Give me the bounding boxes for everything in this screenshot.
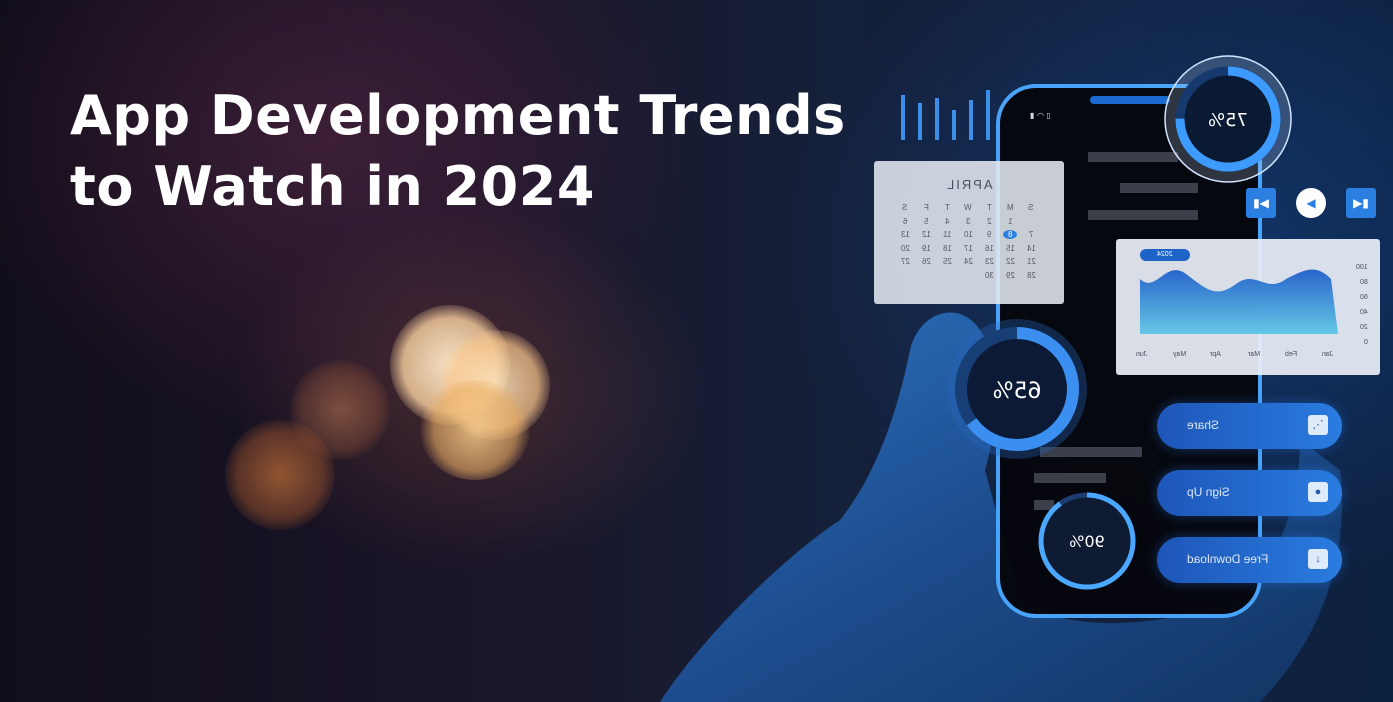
calendar-day[interactable]: 7 xyxy=(1024,230,1038,239)
calendar-weekday: W xyxy=(964,203,972,212)
user-icon: ● xyxy=(1308,482,1328,502)
calendar-day[interactable]: 3 xyxy=(961,217,975,226)
calendar-day[interactable]: 10 xyxy=(961,230,975,239)
headline-line-1: App Development Trends xyxy=(70,84,846,147)
calendar-day[interactable]: 13 xyxy=(898,230,912,239)
x-tick-label: May xyxy=(1173,351,1187,358)
calendar-day[interactable]: 27 xyxy=(898,257,912,266)
headline: App Development Trends to Watch in 2024 xyxy=(70,80,846,222)
calendar-day[interactable]: 6 xyxy=(898,217,912,226)
calendar-grid: S M T W T F S 1 2 3 4 5 6 7 8 9 10 11 12 13 14 15 16 17 18 19 20 21… xyxy=(874,203,1064,303)
next-track-button[interactable]: ▶▮ xyxy=(1346,188,1376,218)
calendar-day[interactable]: 11 xyxy=(940,230,954,239)
x-tick-label: Apr xyxy=(1210,351,1222,358)
calendar-day[interactable]: 23 xyxy=(982,257,996,266)
share-button[interactable]: Share ⋰ xyxy=(1157,403,1342,449)
calendar-day[interactable]: 18 xyxy=(940,244,954,253)
calendar-day[interactable]: 20 xyxy=(898,244,912,253)
calendar-day[interactable]: 21 xyxy=(1024,257,1038,266)
hero-background: ▮ ◠ ▯ App Development Trends to Watch in… xyxy=(0,0,1393,702)
calendar-weekday: M xyxy=(1006,203,1014,212)
sign-up-button[interactable]: Sign Up ● xyxy=(1157,470,1342,516)
calendar-day[interactable]: 12 xyxy=(919,230,933,239)
y-tick-label: 20 xyxy=(1360,324,1368,331)
calendar-day[interactable]: 4 xyxy=(940,217,954,226)
headline-line-2: to Watch in 2024 xyxy=(70,155,595,218)
calendar-day[interactable]: 28 xyxy=(1024,271,1038,280)
svg-text:▮ ◠ ▯: ▮ ◠ ▯ xyxy=(1030,111,1051,120)
y-tick-label: 100 xyxy=(1356,264,1368,271)
y-tick-label: 60 xyxy=(1360,294,1368,301)
calendar-day[interactable]: 24 xyxy=(961,257,975,266)
calendar-weekday: S xyxy=(1028,203,1034,212)
phone-notch xyxy=(1090,96,1170,104)
y-tick-label: 40 xyxy=(1360,309,1368,316)
y-tick-label: 0 xyxy=(1364,339,1368,346)
calendar-day[interactable]: 26 xyxy=(919,257,933,266)
calendar-month: APRIL xyxy=(945,177,993,192)
calendar-day[interactable]: 2 xyxy=(982,217,996,226)
calendar-day[interactable]: 15 xyxy=(1003,244,1017,253)
x-tick-label: Mar xyxy=(1247,351,1260,358)
play-button[interactable]: ◀ xyxy=(1296,188,1326,218)
previous-track-button[interactable]: ▮◀ xyxy=(1246,188,1276,218)
calendar-day[interactable]: 1 xyxy=(1003,217,1017,226)
calendar-day[interactable]: 30 xyxy=(982,271,996,280)
calendar-weekday: F xyxy=(923,203,929,212)
calendar-day[interactable]: 17 xyxy=(961,244,975,253)
x-tick-label: Feb xyxy=(1284,351,1297,358)
calendar-weekday: T xyxy=(986,203,992,212)
calendar-card: APRIL S M T W T F S 1 2 3 4 5 6 7 8 9 10 11 12 13 14 15 16 17 18… xyxy=(874,161,1064,304)
calendar-weekday: T xyxy=(944,203,950,212)
x-tick-label: Jan xyxy=(1322,351,1334,358)
calendar-day[interactable]: 14 xyxy=(1024,244,1038,253)
calendar-day[interactable]: 9 xyxy=(982,230,996,239)
x-tick-label: Jun xyxy=(1136,351,1148,358)
calendar-day[interactable]: 19 xyxy=(919,244,933,253)
y-tick-label: 80 xyxy=(1360,279,1368,286)
calendar-day[interactable]: 16 xyxy=(982,244,996,253)
calendar-day[interactable]: 22 xyxy=(1003,257,1017,266)
calendar-weekday: S xyxy=(902,203,908,212)
calendar-day[interactable]: 25 xyxy=(940,257,954,266)
free-download-button[interactable]: Free Download ↓ xyxy=(1157,537,1342,583)
calendar-day[interactable]: 29 xyxy=(1003,271,1017,280)
area-series xyxy=(1140,269,1338,334)
download-icon: ↓ xyxy=(1308,549,1328,569)
share-icon: ⋰ xyxy=(1308,415,1328,435)
area-chart-card: 2024 100 80 60 40 20 0 Jan Feb Mar Apr May Jun xyxy=(1116,239,1380,375)
calendar-day[interactable]: 5 xyxy=(919,217,933,226)
calendar-day[interactable]: 8 xyxy=(1003,230,1017,239)
